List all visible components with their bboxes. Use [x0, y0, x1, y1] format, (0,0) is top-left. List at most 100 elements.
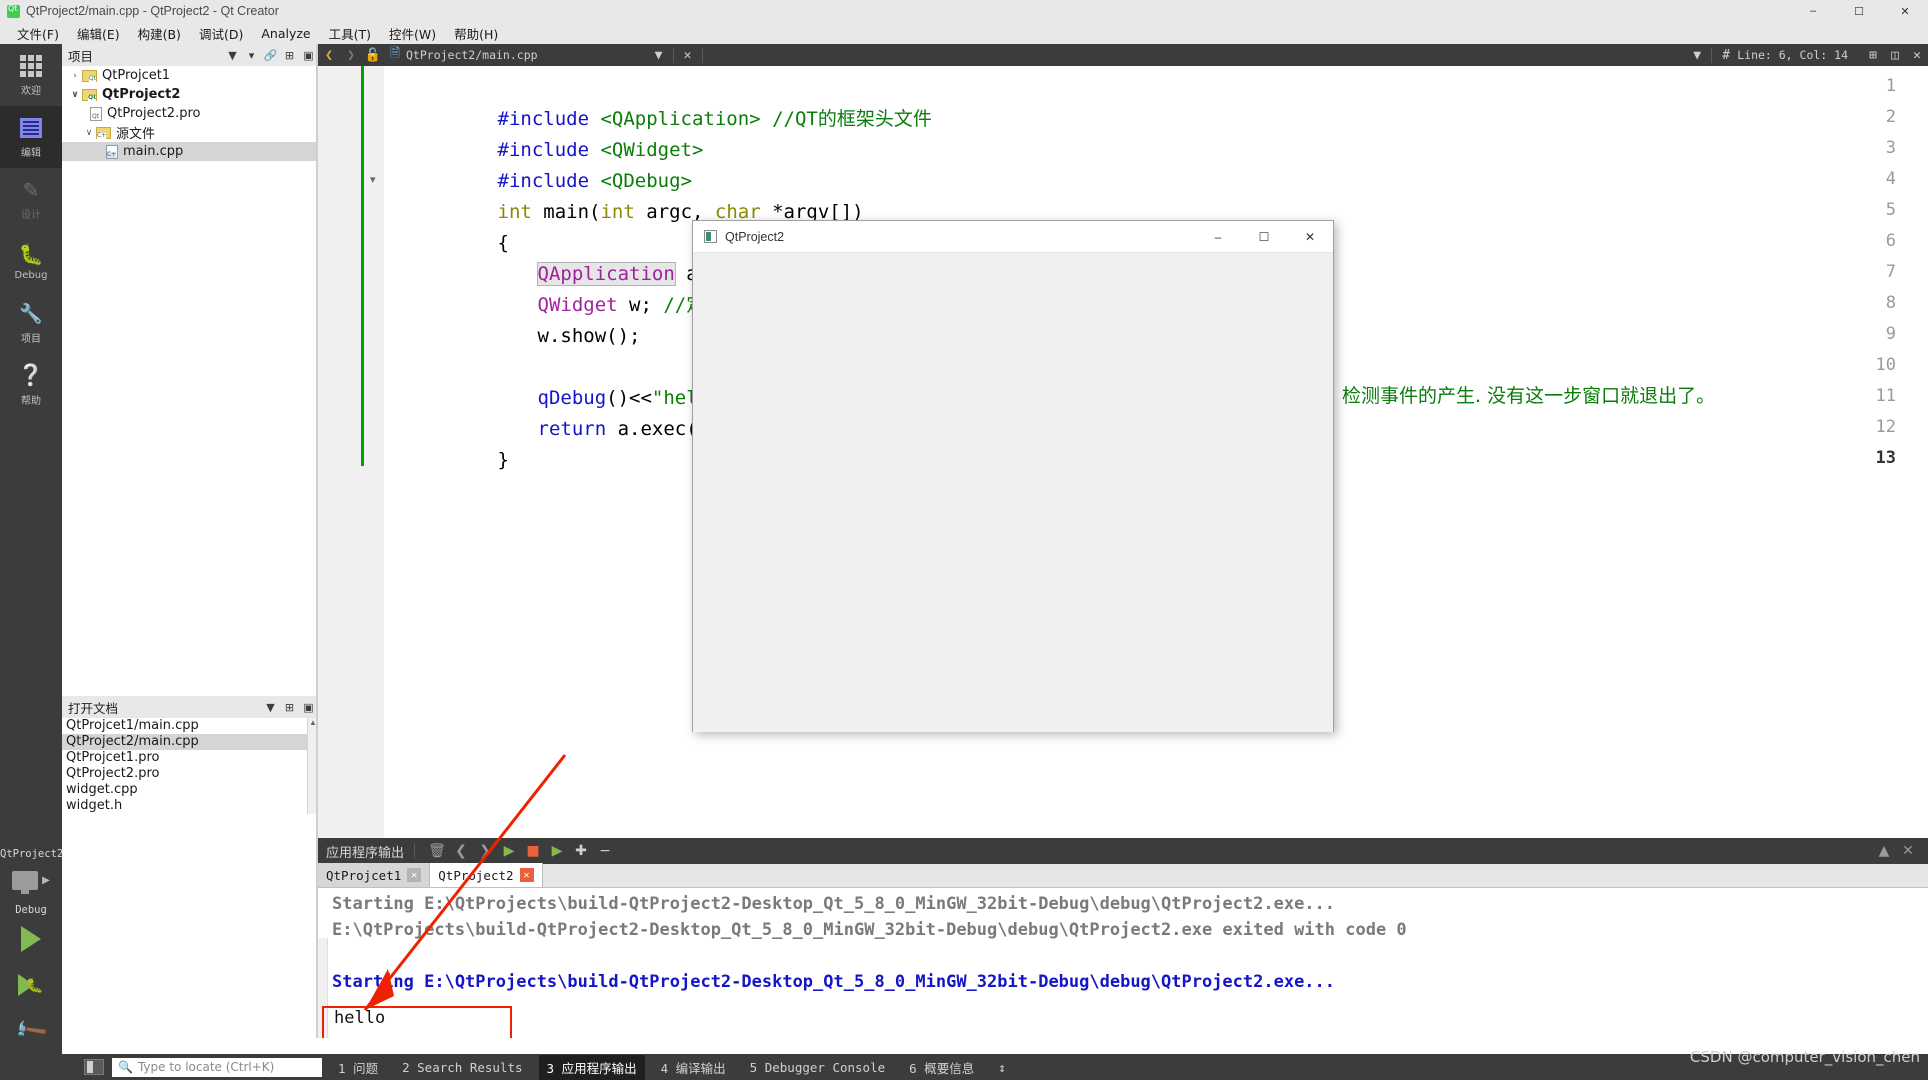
close-split-icon[interactable]: ✕ [1906, 44, 1928, 66]
mode-help[interactable]: ❔ 帮助 [0, 354, 62, 416]
minimize-button[interactable]: – [1790, 0, 1836, 22]
pane-number: 3 [546, 1060, 555, 1076]
running-app-window[interactable]: QtProject2 – ☐ ✕ [692, 220, 1334, 732]
close-tab-icon[interactable]: ✕ [519, 868, 534, 882]
run-button[interactable] [0, 916, 62, 962]
pencil-icon: ✎ [22, 179, 40, 202]
tree-row[interactable]: QtProject2.pro [62, 104, 318, 123]
output-text-area[interactable]: Starting E:\QtProjects\build-QtProject2-… [318, 888, 1928, 1038]
status-pane-general-messages[interactable]: 6 概要信息 [901, 1055, 982, 1080]
expand-arrow-icon[interactable]: ∨ [82, 128, 96, 138]
file-dropdown-icon[interactable]: ▼ [648, 44, 670, 66]
target-selector-icon[interactable]: ▶ [0, 860, 62, 900]
menu-help[interactable]: 帮助(H) [445, 22, 507, 45]
open-documents-list[interactable]: QtProjcet1/main.cpp QtProject2/main.cpp … [62, 718, 318, 814]
menu-bar: 文件(F) 编辑(E) 构建(B) 调试(D) Analyze 工具(T) 控件… [0, 22, 1928, 44]
close-tab-icon[interactable]: ✕ [407, 868, 422, 882]
app-minimize-button[interactable]: – [1195, 221, 1241, 253]
split-side-icon[interactable]: ◫ [1884, 44, 1906, 66]
line-col-indicator: Line: 6, Col: 14 [1737, 48, 1848, 62]
app-close-button[interactable]: ✕ [1287, 221, 1333, 253]
maximize-pane-icon[interactable]: ▲ [1872, 838, 1896, 864]
mode-label: 帮助 [21, 396, 41, 407]
chevron-down-icon[interactable]: ▼ [223, 46, 242, 64]
tree-label: 源文件 [116, 127, 156, 142]
kit-selector[interactable]: QtProject2 ▶ Debug 🐛 🔨 [0, 840, 63, 1080]
cpp-file-icon: 🗎 [389, 46, 401, 61]
output-pane-title: 应用程序输出 [326, 845, 405, 861]
tree-row[interactable]: › QtProjcet1 [62, 66, 318, 85]
expand-arrow-icon[interactable]: › [68, 71, 82, 81]
run-icon[interactable]: ▶ [497, 838, 521, 864]
tree-row[interactable]: main.cpp [62, 142, 318, 161]
locator-placeholder: Type to locate (Ctrl+K) [137, 1060, 275, 1074]
list-item[interactable]: widget.cpp [62, 782, 318, 798]
pane-label: 问题 [353, 1060, 379, 1076]
pane-updown-icon[interactable]: ↕ [990, 1057, 1014, 1078]
output-tab[interactable]: QtProjcet1 ✕ [318, 863, 431, 887]
list-item[interactable]: QtProjcet1.pro [62, 750, 318, 766]
forward-icon[interactable]: ❯ [340, 44, 362, 66]
clear-output-icon[interactable]: 🗑 [425, 838, 449, 864]
mode-projects[interactable]: 🔧 项目 [0, 292, 62, 354]
qt-creator-window: QtProject2/main.cpp - QtProject2 - Qt Cr… [0, 0, 1928, 1080]
list-item[interactable]: QtProjcet1/main.cpp [62, 718, 318, 734]
locator-input[interactable]: 🔍 Type to locate (Ctrl+K) [112, 1057, 322, 1077]
zoom-out-icon[interactable]: − [593, 838, 617, 864]
status-pane-problems[interactable]: 1 问题 [330, 1055, 386, 1080]
project-tree[interactable]: › QtProjcet1 ∨ QtProject2 QtProject2.pro… [62, 66, 318, 696]
output-tab[interactable]: QtProject2 ✕ [430, 863, 543, 887]
app-maximize-button[interactable]: ☐ [1241, 221, 1287, 253]
link-icon[interactable]: 🔗 [261, 46, 280, 64]
menu-file[interactable]: 文件(F) [8, 22, 68, 45]
prev-item-icon[interactable]: ❮ [449, 838, 473, 864]
qt-folder-icon [82, 69, 97, 82]
menu-analyze[interactable]: Analyze [252, 24, 319, 43]
menu-debug[interactable]: 调试(D) [190, 22, 252, 45]
list-item[interactable]: widget.h [62, 798, 318, 814]
menu-edit[interactable]: 编辑(E) [68, 22, 129, 45]
mode-debug[interactable]: 🐛 Debug [0, 230, 62, 292]
fold-arrow-icon[interactable]: ▾ [370, 173, 376, 186]
status-pane-debugger-console[interactable]: 5 Debugger Console [742, 1057, 893, 1078]
mode-edit[interactable]: 编辑 [0, 106, 62, 168]
menu-build[interactable]: 构建(B) [129, 22, 190, 45]
menu-tools[interactable]: 工具(T) [320, 22, 380, 45]
close-pane-icon[interactable]: ✕ [1896, 838, 1920, 864]
chevron-down-icon[interactable]: ▼ [261, 698, 280, 716]
output-tabs[interactable]: QtProjcet1 ✕ QtProject2 ✕ [318, 863, 1928, 888]
toggle-sidebar-icon[interactable] [84, 1059, 104, 1075]
list-item[interactable]: QtProject2.pro [62, 766, 318, 782]
split-add-icon[interactable]: ⊞ [280, 46, 299, 64]
run-debug-icon[interactable]: ▶ [545, 838, 569, 864]
lock-icon[interactable]: 🔓 [362, 44, 384, 66]
filter-icon[interactable]: ▾ [242, 46, 261, 64]
back-icon[interactable]: ❮ [318, 44, 340, 66]
status-pane-search-results[interactable]: 2 Search Results [394, 1057, 530, 1078]
split-editor-icon[interactable]: ⊞ [1862, 44, 1884, 66]
mode-welcome[interactable]: 欢迎 [0, 44, 62, 106]
symbol-dropdown-icon[interactable]: ▼ [1686, 44, 1708, 66]
status-pane-app-output[interactable]: 3 应用程序输出 [538, 1054, 645, 1080]
window-controls[interactable]: – ☐ ✕ [1790, 0, 1928, 22]
build-button[interactable]: 🔨 [0, 1008, 62, 1054]
tree-row[interactable]: ∨ 源文件 [62, 123, 318, 142]
menu-widgets[interactable]: 控件(W) [380, 22, 445, 45]
pane-label: Debugger Console [764, 1059, 886, 1075]
next-item-icon[interactable]: ❯ [473, 838, 497, 864]
list-item[interactable]: QtProject2/main.cpp [62, 734, 318, 750]
zoom-in-icon[interactable]: ✚ [569, 838, 593, 864]
app-window-controls[interactable]: – ☐ ✕ [1195, 221, 1333, 253]
mode-label: Debug [14, 270, 48, 281]
debug-button[interactable]: 🐛 [0, 962, 62, 1008]
close-file-icon[interactable]: ✕ [677, 44, 699, 66]
tree-row[interactable]: ∨ QtProject2 [62, 85, 318, 104]
expand-arrow-icon[interactable]: ∨ [68, 90, 82, 100]
mode-design[interactable]: ✎ 设计 [0, 168, 62, 230]
code-comment: //QT的框架头文件 [772, 108, 932, 130]
close-button[interactable]: ✕ [1882, 0, 1928, 22]
stop-icon[interactable]: ■ [521, 838, 545, 864]
status-pane-compile-output[interactable]: 4 编译输出 [653, 1055, 734, 1080]
maximize-button[interactable]: ☐ [1836, 0, 1882, 22]
split-add-icon[interactable]: ⊞ [280, 698, 299, 716]
